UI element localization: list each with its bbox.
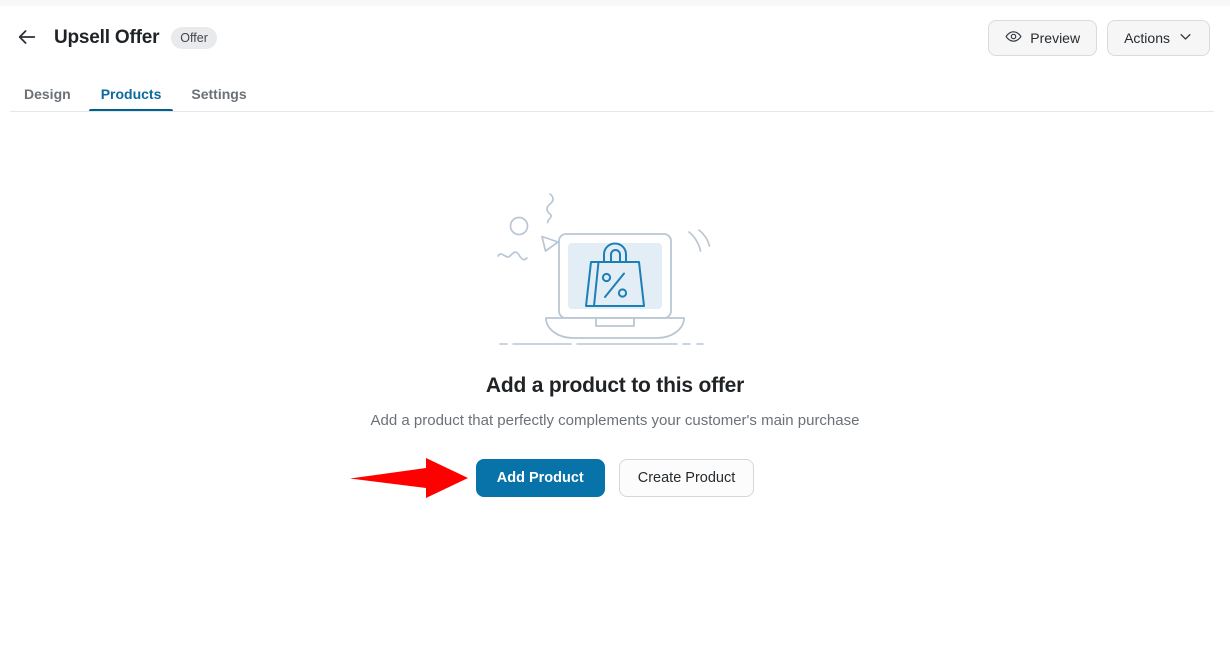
actions-button[interactable]: Actions	[1107, 20, 1210, 56]
add-product-button[interactable]: Add Product	[475, 459, 605, 497]
empty-state-actions: Add Product Create Product	[349, 458, 755, 498]
red-pointer-arrow	[348, 456, 470, 500]
page-title: Upsell Offer	[54, 27, 160, 48]
empty-state-subtitle: Add a product that perfectly complements…	[370, 412, 860, 429]
tab-settings[interactable]: Settings	[179, 87, 258, 112]
create-product-button[interactable]: Create Product	[618, 459, 755, 497]
page-header: Upsell Offer Offer Preview Actions	[0, 6, 1230, 70]
empty-state-title: Add a product to this offer	[485, 374, 745, 397]
tab-design[interactable]: Design	[12, 87, 83, 112]
laptop-shopping-bag-discount-illustration	[490, 184, 740, 354]
preview-button-label: Preview	[1030, 30, 1081, 46]
tab-products[interactable]: Products	[88, 87, 174, 112]
eye-icon	[1005, 28, 1022, 48]
header-actions-group: Preview Actions	[988, 20, 1210, 56]
tab-list: Design Products Settings	[0, 70, 1230, 112]
preview-button[interactable]: Preview	[988, 20, 1098, 56]
actions-button-label: Actions	[1124, 30, 1170, 46]
create-product-button-label: Create Product	[637, 469, 736, 486]
add-product-button-label: Add Product	[496, 469, 584, 486]
chevron-down-icon	[1178, 29, 1193, 47]
back-button[interactable]	[12, 23, 42, 53]
empty-state-panel: Add a product to this offer Add a produc…	[0, 112, 1230, 652]
header-left-group: Upsell Offer Offer	[12, 23, 217, 53]
tab-bar: Design Products Settings	[0, 70, 1230, 112]
status-badge: Offer	[171, 27, 217, 49]
arrow-left-icon	[16, 26, 38, 51]
